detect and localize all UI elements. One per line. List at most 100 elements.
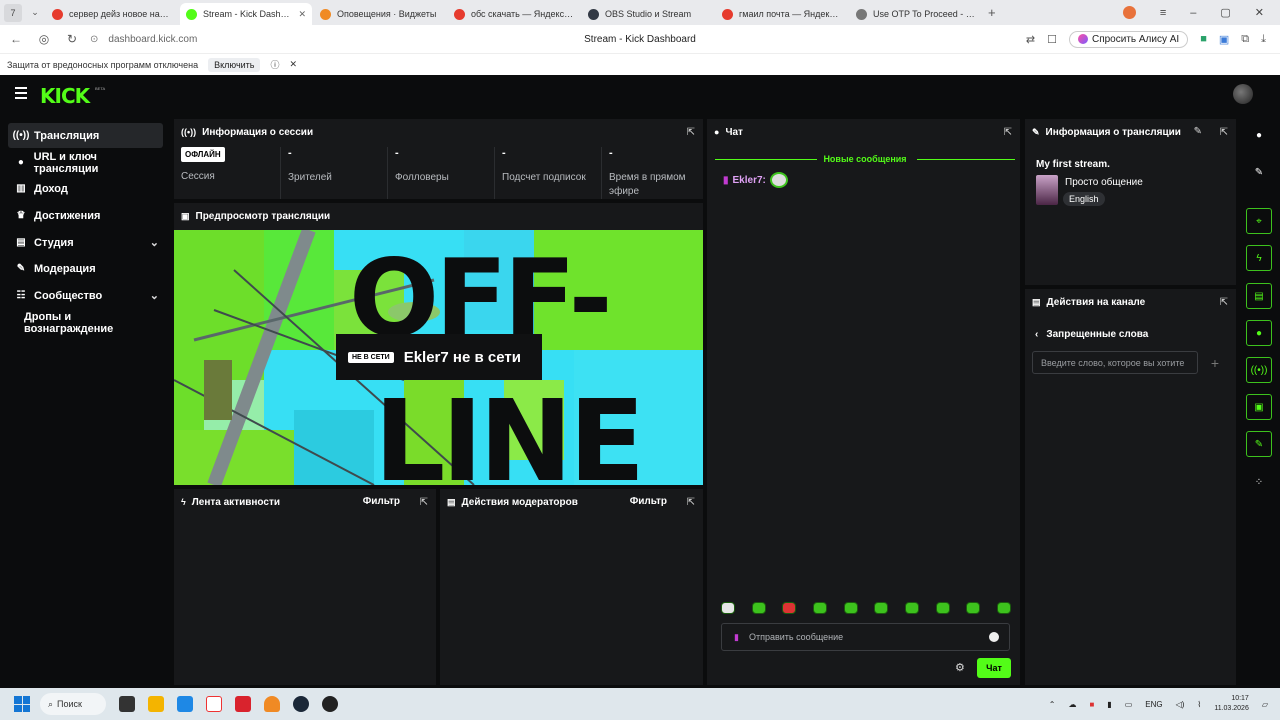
info-icon[interactable]: ● xyxy=(1246,122,1272,148)
sidebar-item[interactable]: ((•)) Трансляция xyxy=(8,123,163,148)
browser-tab[interactable]: Stream - Kick Dashboard ✕ xyxy=(180,3,312,25)
user-avatar[interactable] xyxy=(1233,84,1253,104)
wps-icon[interactable] xyxy=(235,696,251,712)
site-info-icon[interactable]: ⊙ xyxy=(90,34,98,45)
preview-widget-icon[interactable]: ▣ xyxy=(1246,394,1272,420)
send-chat-button[interactable]: Чат xyxy=(977,658,1011,678)
app-tray-icon[interactable]: ■ xyxy=(1089,700,1094,709)
chat-username[interactable]: Ekler7: xyxy=(733,175,766,186)
add-word-button[interactable]: + xyxy=(1202,351,1228,374)
file-explorer-icon[interactable] xyxy=(148,696,164,712)
emoji-icon[interactable] xyxy=(989,632,999,642)
browser-tab[interactable]: Use OTP To Proceed - cele xyxy=(850,3,982,25)
task-view-icon[interactable] xyxy=(119,696,135,712)
minimize-icon[interactable]: – xyxy=(1190,7,1196,19)
popout-icon[interactable]: ⇱ xyxy=(1004,127,1012,138)
download-icon[interactable]: ⤓ xyxy=(1261,33,1266,46)
translate-icon[interactable]: ⇄ xyxy=(1026,33,1035,46)
emote-icon[interactable] xyxy=(935,602,950,614)
emote-icon[interactable] xyxy=(843,602,858,614)
clock[interactable]: 10:17 11.03.2026 xyxy=(1214,694,1249,714)
popout-icon[interactable]: ⇱ xyxy=(1220,297,1228,308)
reload-icon[interactable]: ↻ xyxy=(58,32,86,46)
maximize-icon[interactable]: ▢ xyxy=(1220,6,1230,19)
sidebar-item[interactable]: ▤ Студия ⌄ xyxy=(8,230,163,255)
network-icon[interactable]: ⌇ xyxy=(1197,700,1201,709)
emote-icon[interactable] xyxy=(966,602,981,614)
popout-icon[interactable]: ⇱ xyxy=(420,497,428,508)
chat-widget-icon[interactable]: ● xyxy=(1246,320,1272,346)
notification-icon[interactable]: ▱ xyxy=(1262,700,1268,709)
extension-icon[interactable]: ■ xyxy=(1200,33,1207,45)
emote-icon[interactable] xyxy=(782,602,797,614)
edit-icon[interactable]: ✎ xyxy=(1194,126,1202,137)
popout-icon[interactable]: ⇱ xyxy=(687,127,695,138)
gallery-icon[interactable]: ▣ xyxy=(1219,33,1229,46)
browser-tab[interactable]: OBS Studio и Stream xyxy=(582,3,714,25)
browser-tab[interactable]: Оповещения · Виджеты xyxy=(314,3,446,25)
usb-tray-icon[interactable]: ▭ xyxy=(1125,700,1133,709)
emote-icon[interactable] xyxy=(751,602,766,614)
emote-icon[interactable] xyxy=(996,602,1011,614)
popout-icon[interactable]: ⇱ xyxy=(687,497,695,508)
mod-filter-button[interactable]: Фильтр xyxy=(630,496,667,507)
activity-widget-icon[interactable]: ϟ xyxy=(1246,245,1272,271)
bookmark-icon[interactable]: ☐ xyxy=(1047,33,1057,46)
tab-counter[interactable]: 7 xyxy=(4,3,22,22)
yandex-browser-icon[interactable] xyxy=(206,696,222,712)
banned-words-back[interactable]: ‹ Запрещенные слова xyxy=(1035,329,1148,340)
chat-input[interactable]: ▮ Отправить сообщение xyxy=(721,623,1010,651)
emote-icon[interactable] xyxy=(904,602,919,614)
back-icon[interactable]: ← xyxy=(2,32,30,46)
close-window-icon[interactable]: ✕ xyxy=(1255,6,1264,19)
tabs-dropdown-icon[interactable]: ⌄ xyxy=(26,4,44,22)
home-icon[interactable]: ◎ xyxy=(30,32,58,46)
collections-icon[interactable]: ⧉ xyxy=(1241,33,1249,46)
sidebar-item[interactable]: ✎ Модерация xyxy=(8,256,163,281)
browser-tab[interactable]: сервер дейз новое начал xyxy=(46,3,178,25)
menu-icon[interactable]: ≡ xyxy=(1160,7,1166,19)
windows-start-icon[interactable] xyxy=(14,696,30,712)
help-icon[interactable]: ⓘ xyxy=(270,58,279,71)
browser-tab[interactable]: гмаил почта — Яндекс: не xyxy=(716,3,848,25)
sidebar-item[interactable]: ▥ Доход xyxy=(8,176,163,201)
chevron-down-icon[interactable]: ⌄ xyxy=(150,289,159,302)
alice-button[interactable]: Спросить Алису AI xyxy=(1068,30,1189,48)
sidebar-item[interactable]: ● URL и ключ трансляции xyxy=(8,150,163,175)
browser-tab[interactable]: обс скачать — Яндекс: на xyxy=(448,3,580,25)
profile-icon[interactable] xyxy=(1122,6,1136,19)
emote-icon[interactable] xyxy=(721,602,735,614)
taskbar-search[interactable]: ⌕ Поиск xyxy=(40,693,106,715)
settings-gear-icon[interactable]: ⚙ xyxy=(955,661,965,674)
store-icon[interactable] xyxy=(177,696,193,712)
cloud-tray-icon[interactable]: ☁ xyxy=(1068,700,1076,709)
session-widget-icon[interactable]: ⌖ xyxy=(1246,208,1272,234)
sidebar-item[interactable]: ♛ Достижения xyxy=(8,203,163,228)
chevron-down-icon[interactable]: ⌄ xyxy=(150,236,159,249)
activity-filter-button[interactable]: Фильтр xyxy=(363,496,400,507)
tray-expand-icon[interactable]: ⌃ xyxy=(1049,700,1056,709)
menu-toggle-icon[interactable] xyxy=(15,87,27,102)
mic-tray-icon[interactable]: ▮ xyxy=(1107,700,1111,709)
lang-indicator[interactable]: ENG xyxy=(1145,700,1162,709)
popout-icon[interactable]: ⇱ xyxy=(1220,127,1228,138)
mod-widget-icon[interactable]: ▤ xyxy=(1246,283,1272,309)
sidebar-item[interactable]: ☷ Сообщество ⌄ xyxy=(8,283,163,308)
volume-icon[interactable]: ◁) xyxy=(1176,700,1185,709)
cloud-app-icon[interactable] xyxy=(264,696,280,712)
banned-word-input[interactable]: Введите слово, которое вы хотите xyxy=(1032,351,1198,374)
emote-icon[interactable] xyxy=(874,602,889,614)
new-tab-icon[interactable]: + xyxy=(988,5,996,20)
emote-icon[interactable] xyxy=(812,602,827,614)
kick-logo[interactable]: KICK xyxy=(40,84,90,108)
steam-icon[interactable] xyxy=(293,696,309,712)
dismiss-icon[interactable]: ✕ xyxy=(289,59,297,70)
community-icon[interactable]: ⁘ xyxy=(1246,469,1272,495)
enable-protection-button[interactable]: Включить xyxy=(208,57,261,72)
pencil-icon[interactable]: ✎ xyxy=(1246,159,1272,185)
tools-widget-icon[interactable]: ✎ xyxy=(1246,431,1272,457)
broadcast-widget-icon[interactable]: ((•)) xyxy=(1246,357,1272,383)
url-field[interactable]: dashboard.kick.com xyxy=(108,34,197,45)
close-tab-icon[interactable]: ✕ xyxy=(298,9,306,20)
sidebar-item[interactable]: Дропы и вознаграждение xyxy=(8,310,163,335)
